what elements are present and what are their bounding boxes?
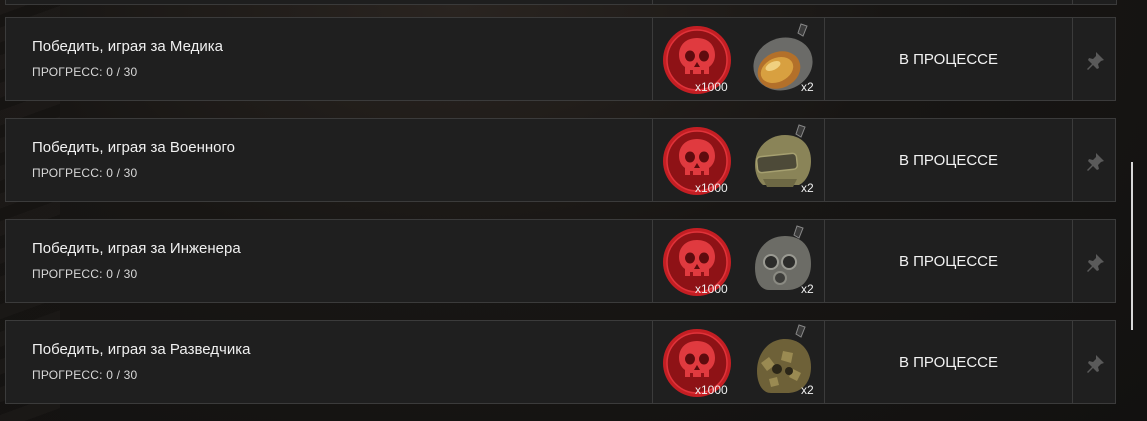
reward-skull-coin[interactable]: x1000 — [659, 321, 739, 403]
mission-status: В ПРОЦЕССЕ — [825, 119, 1072, 201]
reward-skull-qty: x1000 — [695, 80, 728, 94]
pin-button[interactable] — [1072, 119, 1116, 201]
mission-progress: ПРОГРЕСС: 0 / 30 — [32, 65, 138, 79]
pin-icon — [1087, 153, 1104, 171]
scrollbar-thumb[interactable] — [1131, 162, 1133, 330]
mission-title: Победить, играя за Военного — [32, 139, 236, 156]
mission-row[interactable]: Победить, играя за Разведчика ПРОГРЕСС: … — [5, 320, 1116, 404]
mission-status-label: В ПРОЦЕССЕ — [898, 51, 999, 68]
reward-item[interactable]: x2 — [745, 321, 821, 403]
mission-list: Победить, играя за Медика ПРОГРЕСС: 0 / … — [5, 17, 1116, 421]
previous-mission-row-edge — [5, 0, 1117, 5]
mission-status-label: В ПРОЦЕССЕ — [898, 354, 999, 371]
reward-item-qty: x2 — [801, 282, 814, 296]
reward-item-qty: x2 — [801, 181, 814, 195]
mission-info: Победить, играя за Разведчика ПРОГРЕСС: … — [6, 321, 652, 403]
pin-icon — [1087, 355, 1104, 373]
mission-status: В ПРОЦЕССЕ — [825, 18, 1072, 100]
reward-item[interactable]: x2 — [745, 18, 821, 100]
pin-icon — [1087, 254, 1104, 272]
mission-rewards: x1000 x2 — [652, 321, 825, 403]
reward-skull-qty: x1000 — [695, 383, 728, 397]
reward-skull-coin[interactable]: x1000 — [659, 119, 739, 201]
reward-item-qty: x2 — [801, 383, 814, 397]
mission-title: Победить, играя за Разведчика — [32, 341, 251, 358]
mission-info: Победить, играя за Медика ПРОГРЕСС: 0 / … — [6, 18, 652, 100]
reward-skull-coin[interactable]: x1000 — [659, 220, 739, 302]
pin-button[interactable] — [1072, 321, 1116, 403]
mission-rewards: x1000 x2 — [652, 119, 825, 201]
reward-skull-qty: x1000 — [695, 181, 728, 195]
pin-button[interactable] — [1072, 220, 1116, 302]
mission-title: Победить, играя за Медика — [32, 38, 223, 55]
mission-progress: ПРОГРЕСС: 0 / 30 — [32, 368, 138, 382]
reward-item-qty: x2 — [801, 80, 814, 94]
mission-row[interactable]: Победить, играя за Военного ПРОГРЕСС: 0 … — [5, 118, 1116, 202]
reward-skull-coin[interactable]: x1000 — [659, 18, 739, 100]
mission-row[interactable]: Победить, играя за Инженера ПРОГРЕСС: 0 … — [5, 219, 1116, 303]
mission-row[interactable]: Победить, играя за Медика ПРОГРЕСС: 0 / … — [5, 17, 1116, 101]
mission-info: Победить, играя за Инженера ПРОГРЕСС: 0 … — [6, 220, 652, 302]
mission-rewards: x1000 x2 — [652, 220, 825, 302]
reward-item[interactable]: x2 — [745, 119, 821, 201]
mission-status: В ПРОЦЕССЕ — [825, 321, 1072, 403]
mission-status-label: В ПРОЦЕССЕ — [898, 253, 999, 270]
pin-icon — [1087, 52, 1104, 70]
mission-progress: ПРОГРЕСС: 0 / 30 — [32, 267, 138, 281]
mission-title: Победить, играя за Инженера — [32, 240, 241, 257]
mission-status: В ПРОЦЕССЕ — [825, 220, 1072, 302]
mission-info: Победить, играя за Военного ПРОГРЕСС: 0 … — [6, 119, 652, 201]
mission-progress: ПРОГРЕСС: 0 / 30 — [32, 166, 138, 180]
mission-rewards: x1000 x2 — [652, 18, 825, 100]
pin-button[interactable] — [1072, 18, 1116, 100]
reward-item[interactable]: x2 — [745, 220, 821, 302]
reward-skull-qty: x1000 — [695, 282, 728, 296]
mission-status-label: В ПРОЦЕССЕ — [898, 152, 999, 169]
